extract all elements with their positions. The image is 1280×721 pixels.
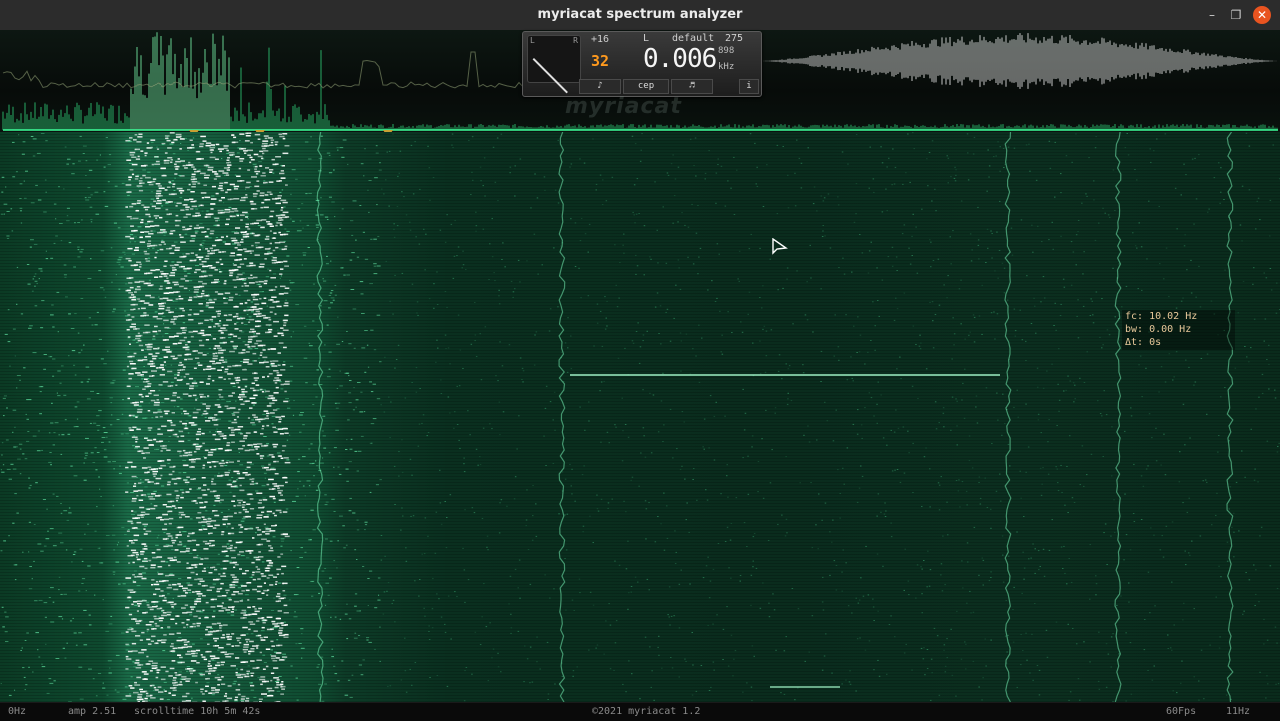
cursor-readout: fc: 10.02 Hz bw: 0.00 Hz Δt: 0s <box>1122 310 1235 350</box>
frequency-unit: kHz <box>718 62 734 72</box>
window-title: myriacat spectrum analyzer <box>0 7 1280 22</box>
waterfall-graph <box>0 132 1280 702</box>
phase-dial: L R <box>527 35 581 83</box>
status-bar: 0Hz amp 2.51 scrolltime 10h 5m 42s ©2021… <box>0 702 1280 721</box>
mouse-cursor-icon <box>772 238 790 256</box>
readout-delta-time: Δt: 0s <box>1125 336 1235 349</box>
scrolltime-label[interactable]: scrolltime 10h 5m 42s <box>134 706 260 717</box>
channel-label[interactable]: L <box>643 33 649 44</box>
waveform-display <box>760 30 1280 92</box>
brand-watermark: myriacat <box>565 94 682 119</box>
dial-right-label: R <box>573 36 578 45</box>
min-frequency-label: 0Hz <box>8 706 26 717</box>
gain-value[interactable]: +16 <box>591 34 609 45</box>
info-button[interactable]: i <box>739 79 759 94</box>
note-button[interactable]: ♪ <box>579 79 621 94</box>
resolution-value[interactable]: 32 <box>591 52 609 70</box>
copyright-label: ©2021 myriacat 1.2 <box>592 706 700 717</box>
meter-buttons: ♪ cep ♬ i <box>579 79 759 93</box>
readout-center-frequency: fc: 10.02 Hz <box>1125 310 1235 323</box>
frequency-sub-value: 898 <box>718 46 734 56</box>
amp-label[interactable]: amp 2.51 <box>68 706 116 717</box>
waterfall-display[interactable] <box>0 132 1280 702</box>
music-button[interactable]: ♬ <box>671 79 713 94</box>
count-value: 275 <box>725 33 743 44</box>
minimize-icon[interactable]: – <box>1203 6 1221 24</box>
fps-label: 60Fps <box>1166 706 1196 717</box>
close-icon[interactable]: ✕ <box>1253 6 1271 24</box>
maximize-icon[interactable]: ❐ <box>1227 6 1245 24</box>
cepstrum-button[interactable]: cep <box>623 79 669 94</box>
dial-needle <box>533 58 568 93</box>
meter-panel: L R +16 32 L default 275 0.006 898 kHz ♪… <box>522 31 762 97</box>
dial-left-label: L <box>530 36 535 45</box>
max-frequency-label: 11Hz <box>1226 706 1250 717</box>
preset-label[interactable]: default <box>672 33 714 44</box>
readout-bandwidth: bw: 0.00 Hz <box>1125 323 1235 336</box>
title-bar: myriacat spectrum analyzer – ❐ ✕ <box>0 0 1280 30</box>
frequency-value: 0.006 <box>643 44 716 74</box>
